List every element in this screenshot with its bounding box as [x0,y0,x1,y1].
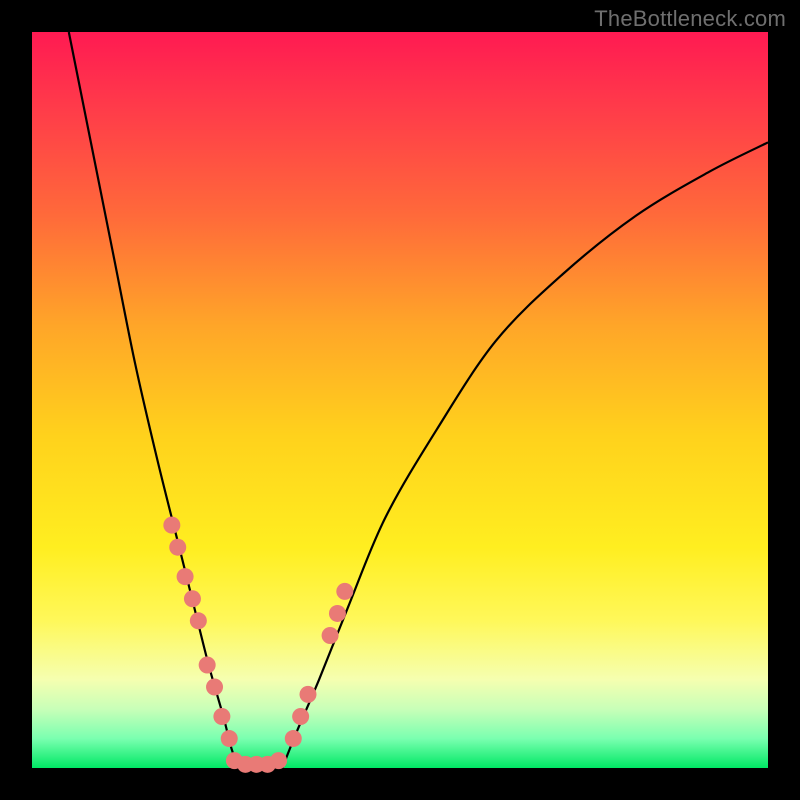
data-point [199,656,216,673]
data-markers [163,517,353,773]
data-point [184,590,201,607]
data-point [213,708,230,725]
data-point [329,605,346,622]
data-point [169,539,186,556]
data-point [285,730,302,747]
chart-svg [32,32,768,768]
bottleneck-curve [69,32,768,768]
data-point [300,686,317,703]
data-point [336,583,353,600]
data-point [206,679,223,696]
data-point [270,752,287,769]
data-point [221,730,238,747]
data-point [292,708,309,725]
chart-frame: TheBottleneck.com [0,0,800,800]
data-point [322,627,339,644]
watermark-text: TheBottleneck.com [594,6,786,32]
data-point [163,517,180,534]
data-point [190,612,207,629]
plot-area [32,32,768,768]
data-point [177,568,194,585]
